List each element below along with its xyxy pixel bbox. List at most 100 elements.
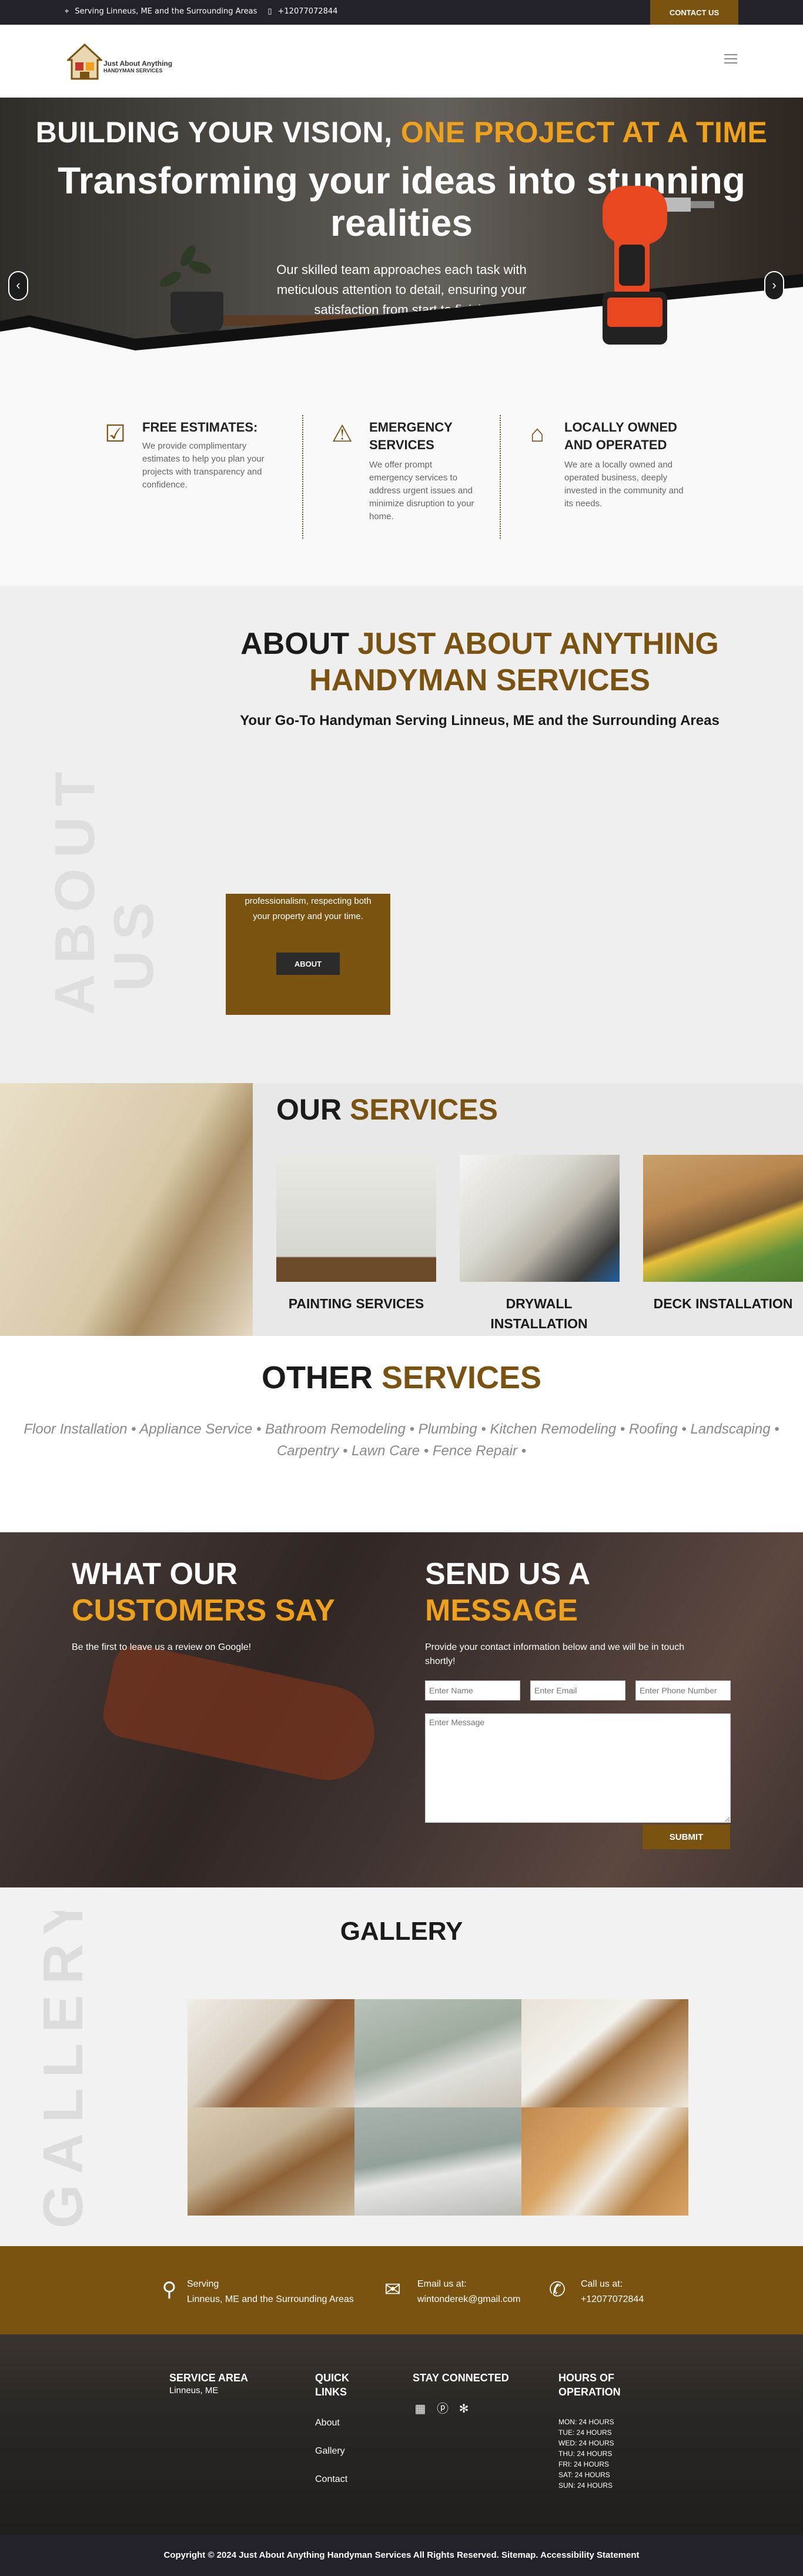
feature-divider — [302, 415, 303, 539]
services-title-part-1: OUR — [276, 1093, 350, 1126]
contact-us-button[interactable]: CONTACT US — [650, 0, 738, 25]
staircase-wall-photo — [0, 1083, 253, 1336]
hours-row: SUN: 24 HOURS — [558, 2481, 613, 2490]
site-footer: SERVICE AREA Linneus, ME QUICK LINKS Abo… — [0, 2334, 803, 2534]
other-services-title-part-1: OTHER — [261, 1360, 382, 1395]
gallery-image[interactable] — [521, 1999, 688, 2107]
menu-hamburger-icon[interactable] — [724, 54, 737, 65]
about-title: ABOUT JUST ABOUT ANYTHING HANDYMAN SERVI… — [198, 626, 762, 699]
gallery-image[interactable] — [521, 2107, 688, 2216]
strip-email: Email us at: wintonderek@gmail.com — [417, 2277, 553, 2307]
strip-email-label: Email us at: — [417, 2279, 467, 2289]
message-title-part-1: SEND US A — [425, 1557, 591, 1591]
phone-input[interactable] — [635, 1680, 731, 1700]
strip-serving: Serving Linneus, ME and the Surrounding … — [187, 2277, 375, 2307]
feature-title: FREE ESTIMATES: — [142, 420, 258, 435]
siren-icon: ⚠ — [332, 421, 353, 447]
footer-overlay — [0, 2334, 803, 2534]
pinterest-icon[interactable]: ⓟ — [435, 2401, 450, 2417]
top-bar-phone[interactable]: +12077072844 — [278, 7, 338, 16]
testimonials-and-message-section: WHAT OUR CUSTOMERS SAY Be the first to l… — [0, 1532, 803, 1887]
location-pin-icon: ⚲ — [162, 2278, 177, 2301]
about-section: ABOUT US ABOUT JUST ABOUT ANYTHING HANDY… — [0, 586, 803, 1083]
about-title-part-2: JUST ABOUT ANYTHING HANDYMAN SERVICES — [309, 627, 719, 697]
house-logo-icon — [67, 43, 102, 80]
service-label: PAINTING SERVICES — [288, 1296, 424, 1311]
slider-next-arrow[interactable]: › — [764, 271, 784, 300]
site-logo[interactable]: Just About Anything HANDYMAN SERVICES — [67, 42, 173, 81]
footer-hours-title: HOURS OF OPERATION — [558, 2372, 621, 2398]
testimonials-title-part-1: WHAT OUR — [72, 1557, 238, 1591]
mobile-phone-icon: ▯ — [267, 7, 272, 16]
strip-email-value[interactable]: wintonderek@gmail.com — [417, 2292, 553, 2307]
gallery-image[interactable] — [188, 2107, 354, 2216]
hours-row: THU: 24 HOURS — [558, 2450, 613, 2458]
gallery-section: GALLERY GALLERY — [0, 1887, 803, 2246]
our-services-section: OUR SERVICES PAINTING SERVICES DRYWALL I… — [0, 1083, 803, 1336]
about-button[interactable]: ABOUT — [276, 953, 340, 975]
name-input[interactable] — [425, 1680, 520, 1700]
submit-button[interactable]: SUBMIT — [643, 1825, 730, 1849]
gallery-image[interactable] — [354, 2107, 521, 2216]
about-card: professionalism, respecting both your pr… — [226, 894, 390, 1015]
other-services-title-part-2: SERVICES — [381, 1360, 542, 1395]
footer-link-gallery[interactable]: Gallery — [315, 2446, 345, 2457]
feature-text: We offer prompt emergency services to ad… — [369, 460, 474, 522]
about-ghost-text-2: US — [102, 892, 165, 991]
yelp-icon[interactable]: ✻ — [456, 2401, 471, 2417]
deck-photo — [643, 1155, 803, 1282]
top-bar-info: ⌖ Serving Linneus, ME and the Surroundin… — [65, 7, 337, 16]
testimonials-text: Be the first to leave us a review on Goo… — [72, 1642, 252, 1652]
drywall-photo — [460, 1155, 620, 1282]
testimonials-title: WHAT OUR CUSTOMERS SAY — [72, 1556, 377, 1629]
gallery-image[interactable] — [188, 1999, 354, 2107]
strip-phone: Call us at: +12077072844 — [581, 2277, 687, 2307]
message-text: Provide your contact information below a… — [425, 1642, 685, 1666]
message-textarea[interactable] — [425, 1713, 731, 1823]
testimonials-title-part-2: CUSTOMERS SAY — [72, 1593, 335, 1628]
about-ghost-text-1: ABOUT — [44, 761, 106, 1015]
features-section: ☑ FREE ESTIMATES: We provide complimenta… — [0, 368, 803, 586]
top-bar: ⌖ Serving Linneus, ME and the Surroundin… — [0, 0, 803, 25]
logo-line-1: Just About Anything — [103, 59, 173, 68]
about-subtitle: Your Go-To Handyman Serving Linneus, ME … — [240, 713, 720, 729]
feature-text: We are a locally owned and operated busi… — [564, 460, 684, 509]
footer-link-about[interactable]: About — [315, 2418, 340, 2428]
footer-service-area-title: SERVICE AREA — [169, 2372, 249, 2384]
hero-slider: BUILDING YOUR VISION, ONE PROJECT AT A T… — [0, 98, 803, 368]
services-title: OUR SERVICES — [276, 1092, 498, 1127]
feature-title: LOCALLY OWNED AND OPERATED — [564, 420, 677, 452]
top-bar-location: Serving Linneus, ME and the Surrounding … — [75, 7, 257, 16]
footer-link-contact[interactable]: Contact — [315, 2474, 347, 2485]
about-us-ghost-text: ABOUT US — [44, 761, 165, 1015]
other-services-section: OTHER SERVICES Floor Installation • Appl… — [0, 1336, 803, 1532]
logo-line-2: HANDYMAN SERVICES — [103, 68, 163, 73]
footer-stay-connected-title: STAY CONNECTED — [413, 2372, 509, 2384]
strip-phone-value[interactable]: +12077072844 — [581, 2292, 687, 2307]
gallery-ghost-text-label: GALLERY — [32, 1911, 95, 2228]
feature-text: We provide complimentary estimates to he… — [142, 441, 265, 490]
services-title-part-2: SERVICES — [350, 1093, 498, 1126]
about-card-text: professionalism, respecting both your pr… — [245, 896, 372, 921]
other-services-title: OTHER SERVICES — [0, 1359, 803, 1396]
service-label: DECK INSTALLATION — [653, 1296, 793, 1311]
gallery-ghost-text: GALLERY — [32, 1911, 95, 2228]
footer-service-area-value: Linneus, ME — [169, 2385, 219, 2395]
strip-phone-label: Call us at: — [581, 2279, 623, 2289]
directory-icon[interactable]: ▦ — [413, 2401, 428, 2417]
phone-icon: ✆ — [548, 2278, 566, 2301]
message-title: SEND US A MESSAGE — [425, 1556, 731, 1629]
power-drill-image — [603, 186, 714, 345]
feature-title: EMERGENCY SERVICES — [369, 420, 453, 452]
footer-hours-list: MON: 24 HOURS TUE: 24 HOURS WED: 24 HOUR… — [558, 2417, 614, 2491]
footer-quick-links-title: QUICK LINKS — [315, 2372, 349, 2398]
email-icon: ✉ — [384, 2278, 402, 2301]
strip-serving-label: Serving — [187, 2279, 219, 2289]
location-pin-icon: ⌖ — [65, 7, 69, 16]
gallery-image[interactable] — [354, 1999, 521, 2107]
logo-text: Just About Anything HANDYMAN SERVICES — [103, 60, 172, 74]
email-input[interactable] — [530, 1680, 625, 1700]
site-header: Just About Anything HANDYMAN SERVICES — [0, 25, 803, 98]
storefront-icon: ⌂ — [530, 421, 545, 447]
slider-prev-arrow[interactable]: ‹ — [8, 271, 28, 300]
